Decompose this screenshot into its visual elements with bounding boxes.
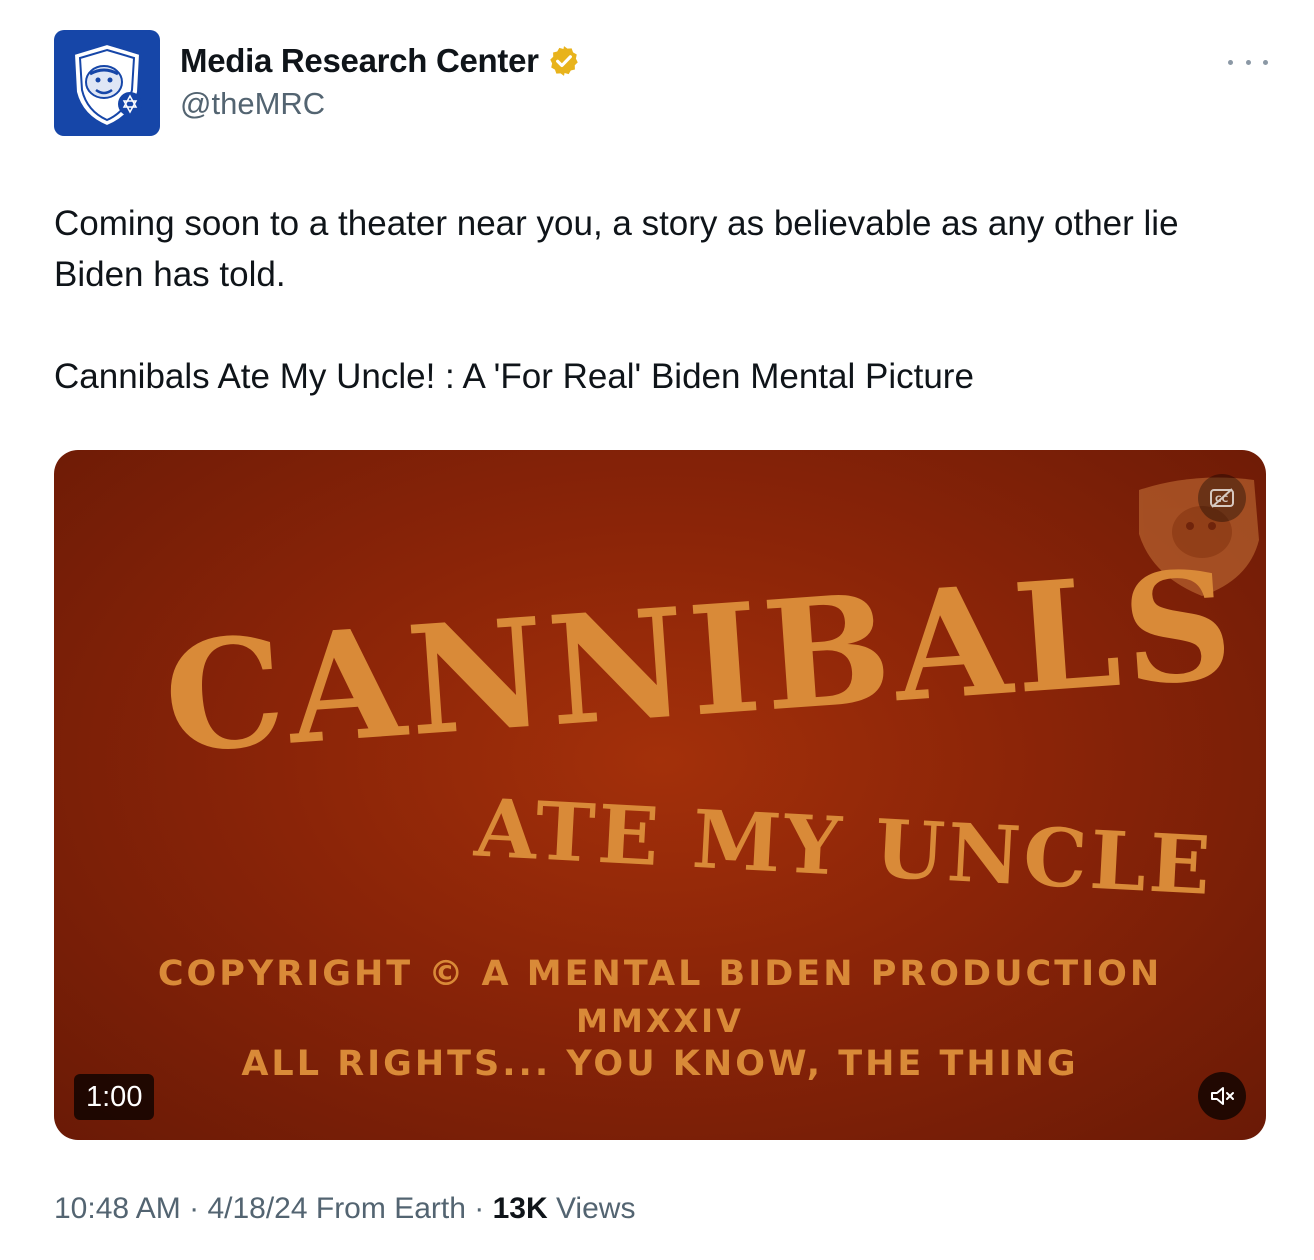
captions-off-icon[interactable]: CC [1198,474,1246,522]
title-small-text: ATE MY UNCLE [471,780,1215,913]
tweet-metadata: 10:48 AM · 4/18/24 From Earth · 13K View… [54,1192,635,1226]
credit-line-2: MMXXIV [576,1002,744,1040]
title-big-text: CANNIBALS [159,537,1242,787]
meta-separator: · [180,1192,208,1225]
tweet-time[interactable]: 10:48 AM [54,1192,181,1226]
video-player[interactable]: CANNIBALS ATE MY UNCLE COPYRIGHT © A MEN… [54,450,1266,1140]
views-count: 13K [492,1192,548,1225]
meta-separator: · [465,1192,493,1225]
author-display-name[interactable]: Media Research Center [180,42,539,80]
credit-line-3: ALL RIGHTS... YOU KNOW, THE THING [241,1044,1079,1084]
tweet-date[interactable]: 4/18/24 [207,1192,307,1226]
more-options-icon[interactable] [1228,50,1268,74]
bulldog-shield-logo-icon [72,42,142,128]
tweet-text-paragraph-2: Cannibals Ate My Uncle! : A 'For Real' B… [54,357,974,396]
tweet-location: From Earth [307,1192,466,1225]
verified-badge-icon[interactable] [547,44,581,78]
volume-muted-icon[interactable] [1198,1072,1246,1120]
video-duration-badge: 1:00 [74,1074,155,1120]
tweet-text-paragraph-1: Coming soon to a theater near you, a sto… [54,204,1179,294]
credit-line-1: COPYRIGHT © A MENTAL BIDEN PRODUCTION [157,954,1163,994]
author-avatar[interactable] [54,30,160,136]
author-handle[interactable]: @theMRC [180,86,325,122]
views-label: Views [547,1192,636,1225]
